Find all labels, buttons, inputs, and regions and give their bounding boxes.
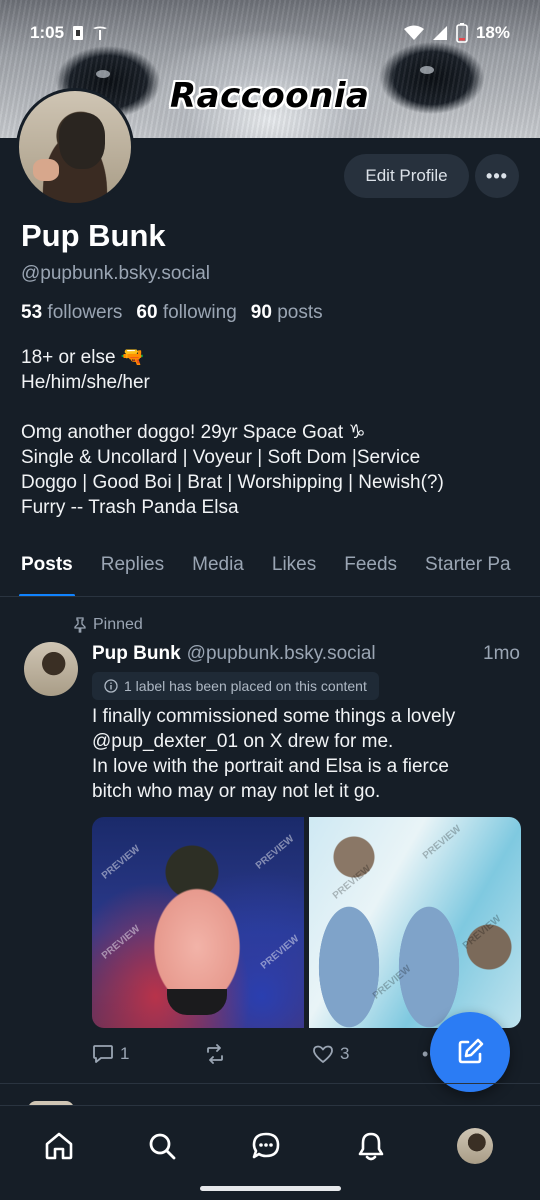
- preview-watermark: PREVIEW: [420, 823, 464, 862]
- bio-line: Omg another doggo! 29yr Space Goat ♑: [21, 422, 366, 443]
- repost-button[interactable]: [204, 1044, 312, 1064]
- followers-link[interactable]: 53 followers: [21, 302, 122, 324]
- search-icon: [149, 1133, 176, 1160]
- status-bar: 1:05 18%: [0, 0, 540, 66]
- nav-chat[interactable]: [246, 1126, 286, 1166]
- post-image-character-sheet[interactable]: PREVIEW PREVIEW PREVIEW PREVIEW: [309, 817, 521, 1028]
- followers-label: followers: [47, 302, 123, 323]
- profile-stats: 53 followers 60 following 90 posts: [21, 302, 331, 324]
- content-label-notice[interactable]: 1 label has been placed on this content: [92, 672, 379, 700]
- profile-tabs: Posts Replies Media Likes Feeds Starter …: [0, 545, 540, 597]
- more-options-button[interactable]: •••: [475, 154, 519, 198]
- tab-posts[interactable]: Posts: [19, 545, 75, 596]
- chat-icon: [252, 1132, 280, 1159]
- post-text-line: I finally commissioned some things a lov…: [92, 706, 456, 727]
- sim-card-icon: [73, 26, 84, 40]
- preview-watermark: PREVIEW: [99, 923, 143, 962]
- post-text-line: @pup_dexter_01 on X drew for me.: [92, 731, 394, 752]
- post-divider: [0, 1083, 540, 1084]
- preview-watermark: PREVIEW: [99, 843, 143, 882]
- profile-bio: 18+ or else 🔫 He/him/she/her Omg another…: [21, 345, 521, 520]
- tab-feeds[interactable]: Feeds: [344, 545, 397, 596]
- more-dots-icon: •••: [486, 165, 508, 186]
- following-label: following: [162, 302, 237, 323]
- like-button[interactable]: 3: [312, 1044, 422, 1064]
- preview-watermark: PREVIEW: [460, 913, 504, 952]
- reply-count: 1: [120, 1044, 130, 1063]
- following-link[interactable]: 60 following: [136, 302, 236, 324]
- preview-watermark: PREVIEW: [370, 963, 414, 1002]
- home-icon: [45, 1132, 73, 1160]
- post-text: I finally commissioned some things a lov…: [92, 704, 522, 804]
- portrait-figure-detail: [167, 989, 227, 1015]
- label-notice-text: 1 label has been placed on this content: [124, 678, 367, 694]
- tab-likes[interactable]: Likes: [272, 545, 316, 596]
- reply-button[interactable]: 1: [92, 1044, 204, 1064]
- post-header: Pup Bunk @pupbunk.bsky.social 1mo: [92, 643, 522, 665]
- pin-icon: [74, 617, 86, 633]
- info-icon: [104, 679, 118, 693]
- profile-avatar[interactable]: [16, 88, 134, 206]
- preview-watermark: PREVIEW: [258, 933, 302, 972]
- status-time: 1:05: [30, 23, 65, 42]
- profile-display-name: Pup Bunk: [21, 218, 166, 253]
- followers-count: 53: [21, 302, 43, 323]
- posts-stat: 90 posts: [251, 302, 323, 324]
- bio-spacer: [21, 395, 521, 420]
- heart-icon: [313, 1045, 333, 1063]
- pinned-label: Pinned: [93, 616, 143, 633]
- posts-label: posts: [277, 302, 323, 323]
- following-count: 60: [136, 302, 158, 323]
- tesla-icon: [93, 26, 108, 40]
- preview-watermark: PREVIEW: [253, 833, 297, 872]
- avatar-mask: [59, 113, 105, 169]
- banner-eye-glint: [420, 66, 434, 74]
- repost-icon: [207, 1044, 223, 1064]
- signal-icon: [432, 26, 447, 40]
- post-text-line: bitch who may or may not let it go.: [92, 781, 381, 802]
- tab-starter-packs[interactable]: Starter Pa: [425, 545, 511, 596]
- compose-icon: [458, 1038, 484, 1064]
- tab-replies[interactable]: Replies: [101, 545, 164, 596]
- nav-search[interactable]: [142, 1126, 182, 1166]
- nav-home[interactable]: [39, 1126, 79, 1166]
- avatar-hand: [33, 159, 59, 181]
- post-image-portrait[interactable]: PREVIEW PREVIEW PREVIEW PREVIEW: [92, 817, 304, 1028]
- bottom-navigation: [0, 1105, 540, 1200]
- like-count: 3: [340, 1044, 350, 1063]
- tab-media[interactable]: Media: [192, 545, 244, 596]
- preview-watermark: PREVIEW: [330, 863, 374, 902]
- banner-title: Raccoonia: [170, 76, 370, 116]
- bell-icon: [358, 1132, 384, 1161]
- banner-eye-glint: [96, 70, 110, 78]
- bio-line: Single & Uncollard | Voyeur | Soft Dom |…: [21, 447, 421, 468]
- battery-level: 18%: [475, 23, 510, 42]
- compose-post-button[interactable]: [430, 1012, 510, 1092]
- profile-handle: @pupbunk.bsky.social: [21, 263, 210, 284]
- pinned-indicator: Pinned: [73, 616, 143, 634]
- nav-profile[interactable]: [455, 1126, 495, 1166]
- battery-icon: [456, 23, 468, 43]
- home-indicator[interactable]: [200, 1186, 341, 1191]
- edit-profile-button[interactable]: Edit Profile: [344, 154, 469, 198]
- bio-line: Furry -- Trash Panda Elsa: [21, 497, 239, 518]
- post-author-name[interactable]: Pup Bunk: [92, 643, 181, 665]
- post-author-handle[interactable]: @pupbunk.bsky.social: [187, 643, 376, 665]
- bio-line: He/him/she/her: [21, 372, 150, 393]
- post-timestamp: 1mo: [483, 643, 520, 664]
- bio-line: 18+ or else 🔫: [21, 347, 145, 368]
- nav-profile-avatar: [457, 1128, 493, 1164]
- nav-notifications[interactable]: [351, 1126, 391, 1166]
- bio-line: Doggo | Good Boi | Brat | Worshipping | …: [21, 472, 444, 493]
- posts-count: 90: [250, 302, 272, 323]
- reply-icon: [93, 1045, 113, 1063]
- post-text-line: In love with the portrait and Elsa is a …: [92, 756, 449, 777]
- post-author-avatar[interactable]: [24, 642, 78, 696]
- wifi-icon: [403, 25, 424, 40]
